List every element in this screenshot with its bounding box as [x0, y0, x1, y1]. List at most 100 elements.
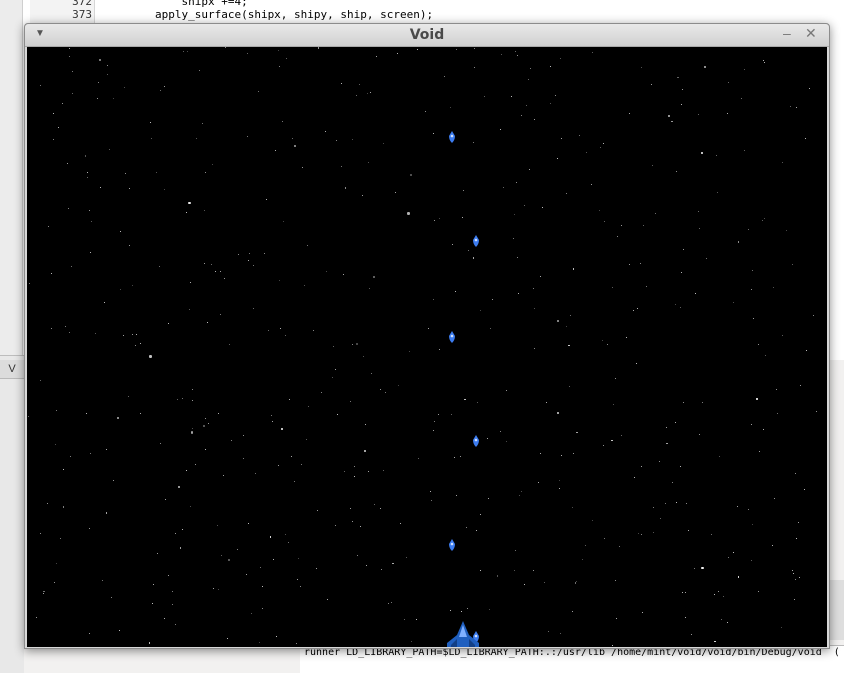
title-bar[interactable]: ▼ Void – ✕ [25, 24, 829, 47]
star [681, 592, 683, 594]
star [68, 48, 70, 49]
star [659, 461, 661, 463]
star [295, 642, 297, 644]
star [369, 92, 371, 93]
star [757, 344, 759, 345]
star [366, 565, 368, 566]
star [351, 344, 353, 346]
star [565, 192, 567, 194]
star [560, 633, 562, 635]
star [163, 189, 165, 191]
star [355, 94, 357, 96]
star [581, 559, 583, 561]
star [203, 209, 205, 211]
star [686, 502, 688, 504]
close-icon[interactable]: ✕ [805, 25, 817, 42]
game-window[interactable]: ▼ Void – ✕ [24, 23, 830, 649]
star [795, 578, 797, 580]
star [636, 308, 638, 310]
star [230, 439, 232, 441]
star [132, 284, 134, 286]
star [628, 112, 630, 114]
star [519, 495, 521, 497]
star [277, 465, 279, 467]
star [464, 398, 466, 401]
star [756, 398, 758, 400]
star [764, 61, 766, 63]
star [349, 401, 351, 402]
bullet [473, 435, 479, 447]
star [702, 401, 704, 403]
star [155, 171, 157, 173]
star [723, 596, 724, 598]
star [500, 129, 502, 131]
star [251, 613, 252, 615]
star [286, 57, 287, 59]
star [191, 428, 193, 430]
star [88, 527, 90, 529]
star [732, 552, 734, 554]
star [218, 588, 220, 590]
star [253, 308, 255, 309]
star [344, 187, 347, 189]
star [188, 308, 190, 310]
game-canvas[interactable] [27, 47, 827, 647]
star [747, 508, 750, 511]
minimize-icon[interactable]: – [783, 25, 791, 41]
star [601, 339, 603, 341]
star [620, 435, 622, 437]
star [246, 53, 248, 55]
star [528, 78, 530, 80]
star [516, 256, 518, 258]
star [297, 579, 299, 580]
star [803, 489, 805, 491]
star [718, 456, 720, 458]
star [407, 212, 410, 215]
star [199, 70, 201, 72]
star [417, 458, 419, 460]
star [524, 583, 526, 585]
star [289, 399, 291, 401]
star [102, 580, 104, 582]
code-line[interactable]: apply_surface(shipx, shipy, ship, screen… [102, 8, 433, 21]
star [47, 502, 49, 505]
star [799, 577, 801, 579]
star [452, 243, 454, 245]
star [217, 413, 219, 415]
star [176, 399, 178, 401]
star [284, 334, 286, 336]
star [163, 86, 165, 88]
star [182, 397, 184, 399]
star [506, 390, 507, 391]
star [437, 414, 439, 416]
star [740, 98, 742, 100]
star [569, 314, 571, 316]
star [181, 529, 183, 531]
panel-tab[interactable]: V [0, 360, 24, 379]
star [727, 113, 729, 115]
star [578, 135, 581, 137]
star [343, 470, 345, 472]
star [489, 609, 491, 611]
star [353, 466, 355, 468]
build-log-console: runner LD_LIBRARY_PATH=$LD_LIBRARY_PATH:… [300, 645, 844, 673]
star [804, 138, 806, 140]
star [716, 192, 718, 193]
star [225, 47, 227, 49]
star [576, 432, 578, 434]
star [258, 641, 261, 644]
code-line[interactable]: shipx +=4; [102, 0, 247, 8]
star [439, 349, 440, 350]
star [43, 592, 45, 594]
star [514, 549, 516, 551]
star [248, 259, 250, 261]
star [569, 386, 571, 388]
star [43, 590, 45, 592]
star [497, 575, 499, 577]
star [751, 288, 752, 290]
star [292, 138, 294, 140]
star [434, 421, 435, 423]
star [203, 263, 205, 265]
star [106, 65, 108, 66]
star [186, 211, 188, 213]
